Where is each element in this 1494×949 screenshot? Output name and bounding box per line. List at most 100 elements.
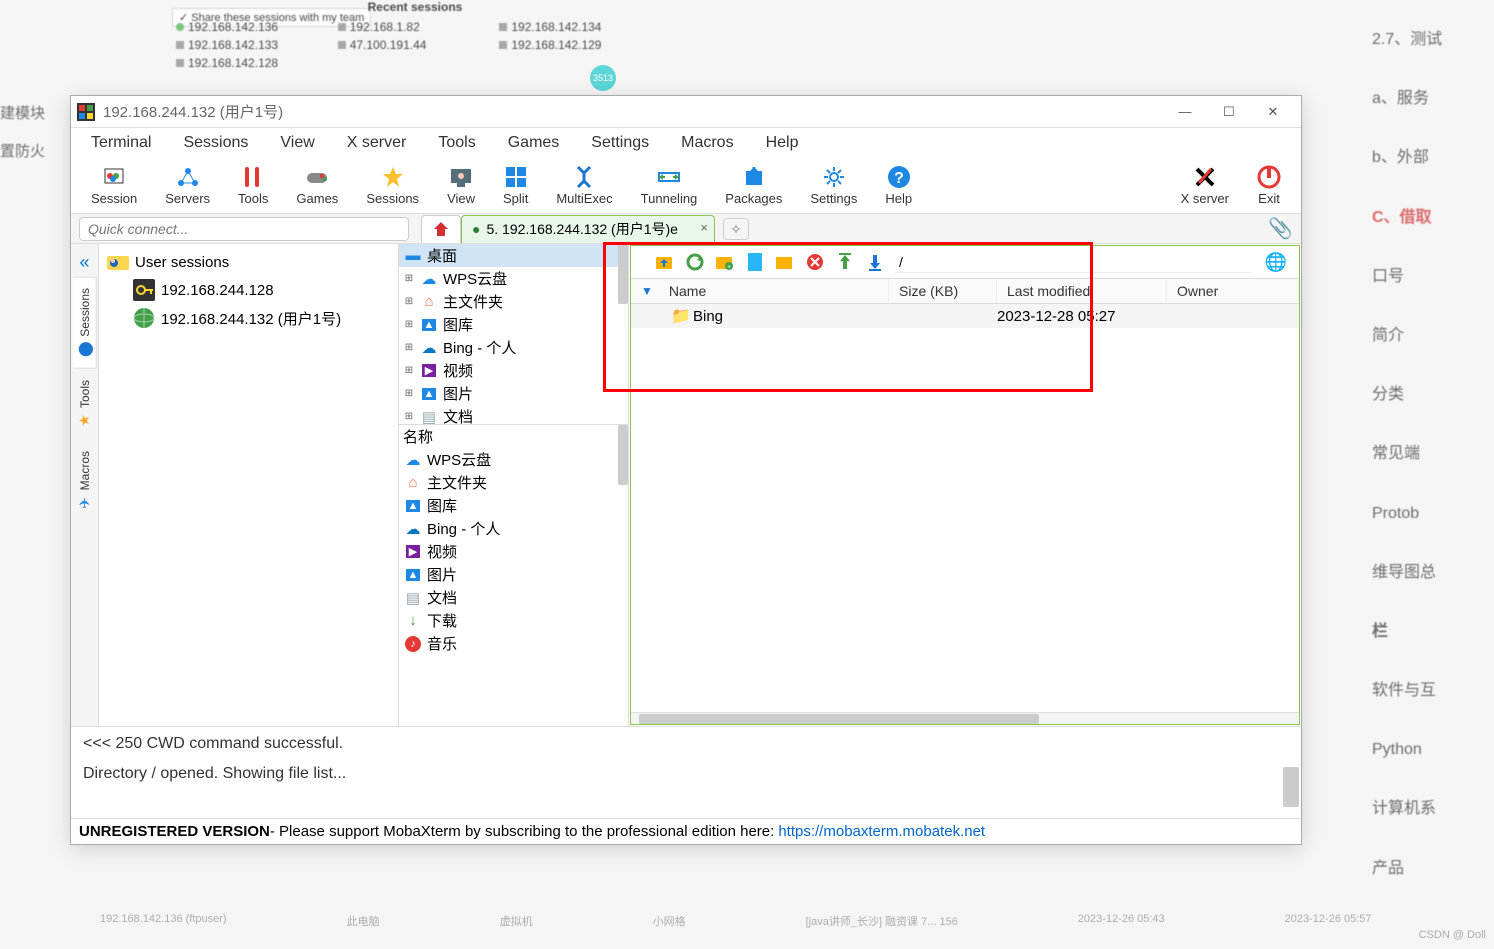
up-folder-icon[interactable] (655, 252, 675, 272)
remote-path-input[interactable] (895, 251, 1251, 273)
local-tree-item[interactable]: ⊞▲图片 (399, 382, 628, 405)
picture-icon: ▲ (419, 315, 439, 335)
globe-icon[interactable]: 🌐 (1265, 252, 1287, 273)
key-icon (133, 279, 155, 301)
menu-view[interactable]: View (264, 130, 330, 156)
remote-h-scrollbar[interactable] (631, 712, 1299, 724)
local-tree: ▬ 桌面 ⊞☁WPS云盘⊞⌂主文件夹⊞▲图库⊞☁Bing - 个人⊞▶视频⊞▲图… (399, 244, 628, 424)
download-icon[interactable] (865, 252, 885, 272)
local-tree-item[interactable]: ⊞▤文档 (399, 405, 628, 424)
local-tree-item[interactable]: ⊞☁Bing - 个人 (399, 336, 628, 359)
vtab-tools[interactable]: ★Tools (74, 369, 96, 440)
settings-icon (822, 165, 846, 189)
delete-icon[interactable] (805, 252, 825, 272)
menu-tools[interactable]: Tools (422, 130, 491, 156)
sessions-root[interactable]: User sessions (103, 248, 394, 276)
close-button[interactable]: ✕ (1251, 97, 1295, 127)
bg-recent-sessions: Recent sessions 192.168.142.136192.168.1… (170, 0, 660, 72)
local-tree-item[interactable]: ⊞▲图库 (399, 313, 628, 336)
upload-icon[interactable] (835, 252, 855, 272)
local-list-scrollbar[interactable] (618, 425, 628, 485)
vtab-macros[interactable]: ✈Macros (74, 440, 96, 522)
tool-tools[interactable]: Tools (224, 163, 282, 208)
menu-sessions[interactable]: Sessions (167, 130, 264, 156)
tool-servers[interactable]: Servers (151, 163, 224, 208)
local-tree-item[interactable]: ⊞▶视频 (399, 359, 628, 382)
tool-packages[interactable]: Packages (711, 163, 796, 208)
open-folder-icon[interactable] (775, 252, 795, 272)
minimize-button[interactable]: — (1163, 97, 1207, 127)
local-list-item[interactable]: ▤文档 (399, 586, 628, 609)
tool-sessions[interactable]: Sessions (352, 163, 433, 208)
bg-right-nav: 2.7、测试a、服务b、外部C、借取口号简介分类常见端Protob维导图总栏软件… (1364, 10, 1494, 898)
tool-view[interactable]: View (433, 163, 489, 208)
tunnel-icon (657, 165, 681, 189)
local-list-item[interactable]: ▲图库 (399, 494, 628, 517)
mobaxterm-window: 192.168.244.132 (用户1号) — ☐ ✕ TerminalSes… (70, 95, 1302, 845)
refresh-icon[interactable] (685, 252, 705, 272)
local-list-item[interactable]: ↓下载 (399, 609, 628, 632)
menu-terminal[interactable]: Terminal (75, 130, 167, 156)
local-list-item[interactable]: ☁WPS云盘 (399, 448, 628, 471)
main-area: « ⬤Sessions ★Tools ✈Macros User sessions… (71, 244, 1301, 726)
picture-icon: ▲ (419, 384, 439, 404)
local-list-item[interactable]: ⌂主文件夹 (399, 471, 628, 494)
menu-macros[interactable]: Macros (665, 130, 749, 156)
session-icon (102, 165, 126, 189)
remote-file-row[interactable]: 📁Bing2023-12-28 05:27 (631, 304, 1299, 328)
tool-split[interactable]: Split (489, 163, 542, 208)
window-title: 192.168.244.132 (用户1号) (103, 101, 1163, 122)
local-tree-scrollbar[interactable] (618, 244, 628, 304)
paperclip-icon[interactable]: 📎 (1268, 216, 1293, 241)
tool-session[interactable]: Session (77, 163, 151, 208)
local-root-label: 桌面 (427, 245, 457, 266)
log-scrollbar[interactable] (1283, 767, 1299, 807)
local-list-item[interactable]: ▲图片 (399, 563, 628, 586)
local-browser: ▬ 桌面 ⊞☁WPS云盘⊞⌂主文件夹⊞▲图库⊞☁Bing - 个人⊞▶视频⊞▲图… (399, 244, 629, 726)
local-root[interactable]: ▬ 桌面 (399, 244, 628, 267)
tool-tunneling[interactable]: Tunneling (627, 163, 712, 208)
maximize-button[interactable]: ☐ (1207, 97, 1251, 127)
tool-exit[interactable]: Exit (1243, 163, 1295, 208)
session-item[interactable]: 192.168.244.128 (103, 276, 394, 304)
sessions-root-label: User sessions (135, 254, 229, 271)
local-tree-item[interactable]: ⊞☁WPS云盘 (399, 267, 628, 290)
collapse-sidebar-icon[interactable]: « (75, 248, 93, 277)
tool-settings[interactable]: Settings (796, 163, 871, 208)
tab-home[interactable] (421, 215, 461, 243)
sessions-panel: User sessions 192.168.244.128192.168.244… (99, 244, 399, 726)
local-list: 名称 ☁WPS云盘⌂主文件夹▲图库☁Bing - 个人▶视频▲图片▤文档↓下载♪… (399, 424, 628, 726)
local-list-item[interactable]: ☁Bing - 个人 (399, 517, 628, 540)
menu-xserver[interactable]: X server (331, 130, 423, 156)
tab-add-button[interactable]: ✧ (723, 218, 749, 240)
status-link[interactable]: https://mobaxterm.mobatek.net (778, 823, 985, 840)
tools-icon (241, 165, 265, 189)
local-tree-item[interactable]: ⊞⌂主文件夹 (399, 290, 628, 313)
menu-help[interactable]: Help (750, 130, 815, 156)
quick-connect-input[interactable] (79, 217, 409, 241)
col-name[interactable]: ▼Name (631, 279, 889, 303)
new-folder-icon[interactable]: + (715, 252, 735, 272)
new-file-icon[interactable] (745, 252, 765, 272)
multi-icon (572, 165, 596, 189)
tab-session-active[interactable]: ● 5. 192.168.244.132 (用户1号)e (461, 215, 715, 243)
local-list-item[interactable]: ▶视频 (399, 540, 628, 563)
local-list-item[interactable]: ♪音乐 (399, 632, 628, 655)
home-icon (432, 221, 450, 237)
tool-multiexec[interactable]: MultiExec (542, 163, 626, 208)
col-modified[interactable]: Last modified (997, 279, 1167, 303)
home-icon: ⌂ (403, 473, 423, 493)
col-owner[interactable]: Owner (1167, 279, 1299, 303)
log-line: Directory / opened. Showing file list... (83, 765, 1289, 783)
session-item[interactable]: 192.168.244.132 (用户1号) (103, 304, 394, 332)
music-icon: ♪ (403, 634, 423, 654)
menu-settings[interactable]: Settings (575, 130, 665, 156)
vtab-sessions[interactable]: ⬤Sessions (73, 277, 97, 369)
menu-games[interactable]: Games (492, 130, 576, 156)
tool-games[interactable]: Games (282, 163, 352, 208)
tool-xserver[interactable]: X server (1167, 163, 1243, 208)
split-icon (504, 165, 528, 189)
cloud-icon: ☁ (403, 450, 423, 470)
tool-help[interactable]: ?Help (871, 163, 926, 208)
col-size[interactable]: Size (KB) (889, 279, 997, 303)
